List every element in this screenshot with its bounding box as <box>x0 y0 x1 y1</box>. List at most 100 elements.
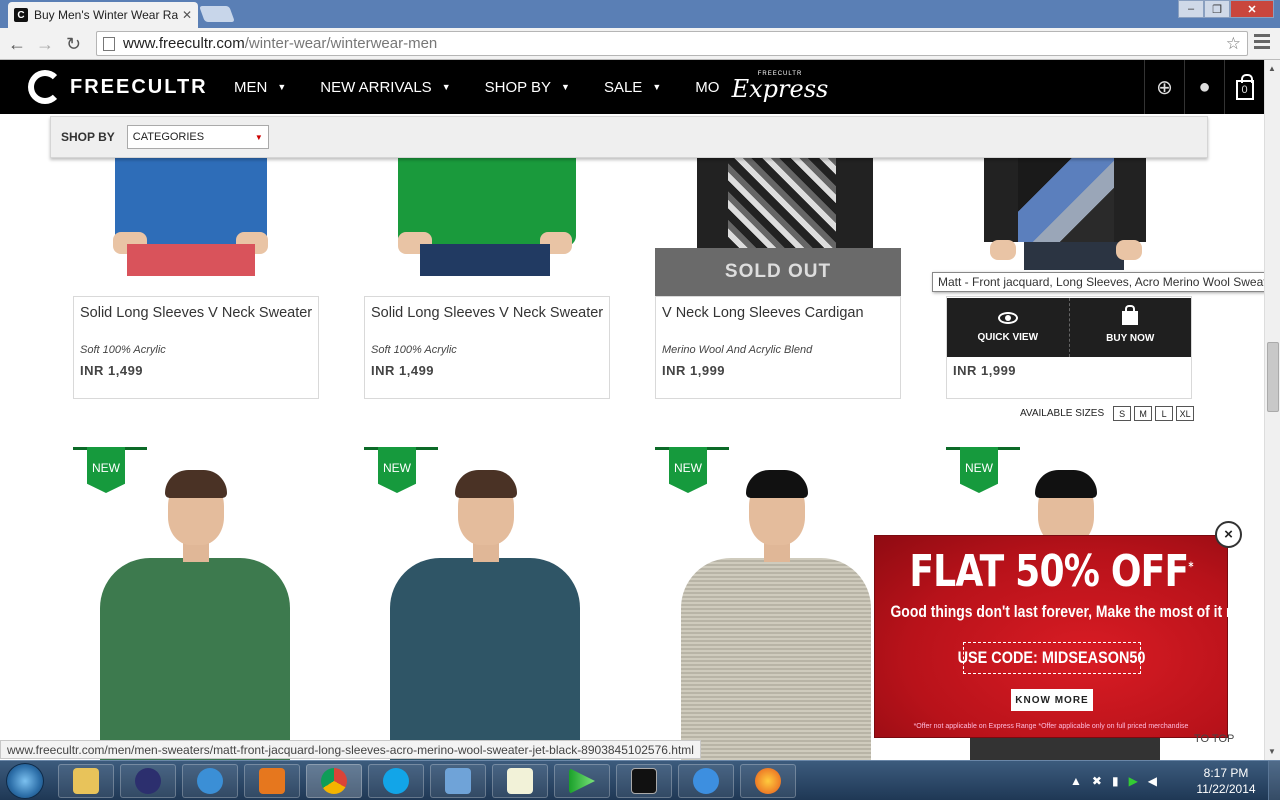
chevron-down-icon: ▼ <box>254 133 263 142</box>
nav-men-label: MEN <box>234 78 268 96</box>
product-card[interactable]: Solid Long Sleeves V Neck Sweater Soft 1… <box>364 296 610 399</box>
product-image-striped-sweater-model[interactable] <box>676 470 876 768</box>
promo-popup[interactable]: FLAT 50% OFF* Good things don't last for… <box>874 535 1259 738</box>
nav-new-arrivals-label: NEW ARRIVALS <box>320 78 432 96</box>
size-option-xl[interactable]: XL <box>1176 406 1195 421</box>
scroll-up-icon[interactable]: ▲ <box>1268 64 1276 73</box>
nav-shop-by[interactable]: SHOP BY ▼ <box>485 79 570 96</box>
internet-explorer-icon <box>197 768 223 794</box>
taskbar-firefox[interactable] <box>740 764 796 798</box>
buy-now-label: BUY NOW <box>1106 333 1155 344</box>
nav-men[interactable]: MEN ▼ <box>234 79 286 96</box>
new-tab-button[interactable] <box>199 6 235 22</box>
chevron-down-icon: ▼ <box>561 82 570 92</box>
promo-headline: FLAT 50% OFF* <box>909 546 1193 597</box>
taskbar-chrome[interactable] <box>306 764 362 798</box>
page-scrollbar[interactable]: ▲ ▼ <box>1264 60 1280 760</box>
taskbar-media[interactable] <box>244 764 300 798</box>
model-sweater <box>100 558 290 768</box>
tab-close-icon[interactable]: ✕ <box>182 8 192 22</box>
show-desktop-button[interactable] <box>1268 761 1280 800</box>
windows-taskbar: ▲ ✖ ▮ ▶ ◀ 8:17 PM 11/22/2014 <box>0 760 1280 800</box>
header-icons: ⊕ ● 0 <box>1144 60 1264 114</box>
signal-icon[interactable]: ▮ <box>1112 774 1119 788</box>
tray-expand-icon[interactable]: ▲ <box>1070 774 1082 788</box>
bookmark-star-icon[interactable]: ☆ <box>1226 34 1241 54</box>
product-image-jacquard-sweater[interactable] <box>1018 158 1114 242</box>
promo-close-button[interactable]: × <box>1215 521 1242 548</box>
folder-icon <box>73 768 99 794</box>
know-more-button[interactable]: KNOW MORE <box>1011 689 1093 711</box>
product-image-teal-sweater-model[interactable] <box>385 470 585 768</box>
new-badge-label: NEW <box>669 447 707 493</box>
window-close-button[interactable]: ✕ <box>1230 0 1274 18</box>
address-bar[interactable]: www.freecultr.com/winter-wear/winterwear… <box>96 31 1248 56</box>
size-option-s[interactable]: S <box>1113 406 1132 421</box>
chevron-down-icon: ▼ <box>652 82 662 92</box>
product-price: INR 1,999 <box>953 363 1017 378</box>
start-button[interactable] <box>6 763 44 799</box>
product-card[interactable]: V Neck Long Sleeves Cardigan Merino Wool… <box>655 296 901 399</box>
nav-sale[interactable]: SALE ▼ <box>604 79 661 96</box>
taskbar-cmd[interactable] <box>616 764 672 798</box>
categories-select[interactable]: CATEGORIES ▼ <box>126 125 269 149</box>
taskbar-itunes[interactable] <box>678 764 734 798</box>
new-badge-label: NEW <box>960 447 998 493</box>
minimize-button[interactable]: – <box>1178 0 1204 18</box>
chrome-icon <box>321 768 347 794</box>
forward-arrow-icon[interactable]: → <box>36 34 54 55</box>
site-logo[interactable]: FREECULTR <box>28 70 208 104</box>
taskbar-notepad[interactable] <box>492 764 548 798</box>
buy-now-button[interactable]: BUY NOW <box>1070 298 1192 357</box>
nav-sale-label: SALE <box>603 78 643 96</box>
quick-view-button[interactable]: QUICK VIEW <box>947 298 1070 357</box>
product-name[interactable]: V Neck Long Sleeves Cardigan <box>662 305 864 321</box>
express-logo-text: Express <box>731 75 829 103</box>
size-option-m[interactable]: M <box>1134 406 1153 421</box>
taskbar-ie[interactable] <box>182 764 238 798</box>
window-controls: – ❐ ✕ <box>1178 0 1274 18</box>
browser-tab[interactable]: C Buy Men's Winter Wear Ra ✕ <box>8 2 198 28</box>
product-card[interactable]: Solid Long Sleeves V Neck Sweater Soft 1… <box>73 296 319 399</box>
account-icon[interactable]: ● <box>1184 60 1224 114</box>
network-error-icon[interactable]: ✖ <box>1092 774 1102 788</box>
volume-icon[interactable]: ◀ <box>1148 774 1157 788</box>
scroll-down-icon[interactable]: ▼ <box>1268 747 1276 756</box>
cart-count: 0 <box>1241 84 1248 96</box>
model-sweater <box>681 558 871 768</box>
express-link[interactable]: FREECULTR Express <box>720 60 840 114</box>
taskbar-skype[interactable] <box>368 764 424 798</box>
nav-new-arrivals[interactable]: NEW ARRIVALS ▼ <box>320 79 450 96</box>
promo-code: USE CODE: MIDSEASON50 <box>958 642 1146 674</box>
product-image-cardigan[interactable] <box>728 158 836 248</box>
reload-icon[interactable]: ↻ <box>66 34 81 55</box>
model-hair <box>165 470 227 498</box>
add-user-icon[interactable]: ⊕ <box>1144 60 1184 114</box>
play-tray-icon[interactable]: ▶ <box>1129 774 1138 788</box>
taskbar-explorer[interactable] <box>58 764 114 798</box>
quick-view-label: QUICK VIEW <box>977 332 1039 343</box>
eye-icon <box>997 312 1018 324</box>
cart-button[interactable]: 0 <box>1224 60 1264 114</box>
back-arrow-icon[interactable]: ← <box>8 34 26 55</box>
model-hair <box>455 470 517 498</box>
taskbar-control-panel[interactable] <box>430 764 486 798</box>
to-top-link[interactable]: TO TOP <box>1194 733 1234 745</box>
product-image-green-sweater-model[interactable] <box>95 470 295 768</box>
product-name[interactable]: Solid Long Sleeves V Neck Sweater <box>80 305 312 321</box>
maximize-button[interactable]: ❐ <box>1204 0 1230 18</box>
available-sizes: AVAILABLE SIZES S M L XL <box>1020 406 1195 421</box>
size-option-l[interactable]: L <box>1155 406 1174 421</box>
product-price: INR 1,499 <box>371 363 435 378</box>
nav-shop-by-label: SHOP BY <box>484 78 552 96</box>
taskbar-clock[interactable]: 8:17 PM 11/22/2014 <box>1196 765 1256 797</box>
control-panel-icon <box>445 768 471 794</box>
taskbar-arrow-app[interactable] <box>554 764 610 798</box>
product-name[interactable]: Solid Long Sleeves V Neck Sweater <box>371 305 603 321</box>
taskbar-eclipse[interactable] <box>120 764 176 798</box>
firefox-icon <box>755 768 781 794</box>
scrollbar-thumb[interactable] <box>1267 342 1279 412</box>
new-badge: NEW <box>655 447 729 495</box>
browser-menu-icon[interactable] <box>1254 34 1270 52</box>
notepad-icon <box>507 768 533 794</box>
